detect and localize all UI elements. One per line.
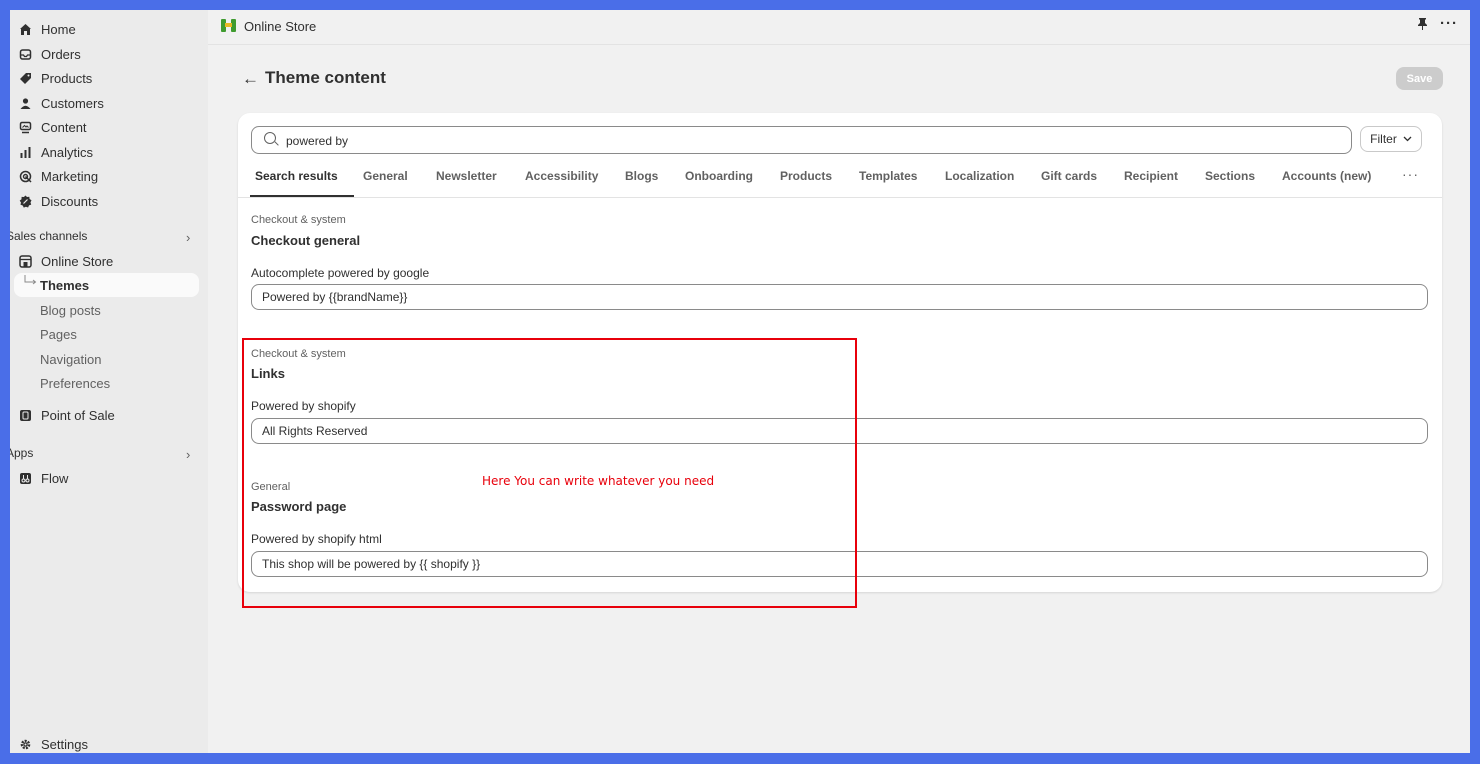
bar-chart-icon xyxy=(18,145,32,159)
top-bar: Online Store ··· xyxy=(208,10,1470,45)
tab-accounts-new[interactable]: Accounts (new) xyxy=(1282,169,1371,183)
sidebar-item-products[interactable]: Products xyxy=(10,66,92,90)
sidebar-item-label: Content xyxy=(41,119,87,135)
sidebar-item-label: Customers xyxy=(41,95,104,111)
sidebar-item-discounts[interactable]: Discounts xyxy=(10,189,98,213)
tabs-bar: Search results General Newsletter Access… xyxy=(238,165,1442,198)
inbox-icon xyxy=(18,47,32,61)
discount-icon xyxy=(18,194,32,208)
tree-connector-icon xyxy=(24,275,37,285)
sidebar-item-settings[interactable]: Settings xyxy=(10,732,88,753)
sidebar-item-label: Marketing xyxy=(41,168,99,184)
tab-search-results[interactable]: Search results xyxy=(255,169,338,183)
search-field[interactable] xyxy=(251,126,1352,154)
sidebar-item-label: Flow xyxy=(41,470,69,486)
apps-label: Apps xyxy=(10,446,34,460)
chevron-right-icon[interactable]: › xyxy=(186,230,190,245)
sidebar-item-label: Orders xyxy=(41,46,81,62)
sidebar-item-analytics[interactable]: Analytics xyxy=(10,140,93,164)
tab-recipient[interactable]: Recipient xyxy=(1124,169,1178,183)
sales-channels-label: Sales channels xyxy=(10,229,88,243)
filter-label: Filter xyxy=(1370,132,1397,146)
sidebar-item-label: Settings xyxy=(41,736,88,752)
sidebar-item-label: Discounts xyxy=(41,193,99,209)
sidebar-item-orders[interactable]: Orders xyxy=(10,42,81,66)
annotation-highlight-box xyxy=(242,338,857,608)
tab-templates[interactable]: Templates xyxy=(859,169,917,183)
chevron-right-icon[interactable]: › xyxy=(186,447,190,462)
sidebar-item-content[interactable]: Content xyxy=(10,115,87,139)
tab-general[interactable]: General xyxy=(363,169,408,183)
sidebar-subitem-pages[interactable]: Pages xyxy=(40,327,77,342)
chevron-down-icon xyxy=(1403,136,1412,142)
field-label: Autocomplete powered by google xyxy=(251,266,430,280)
sidebar-item-marketing[interactable]: Marketing xyxy=(10,164,98,188)
person-icon xyxy=(18,96,32,110)
sidebar-item-customers[interactable]: Customers xyxy=(10,91,104,115)
app-window: Home Orders Products Customers Content A… xyxy=(10,10,1470,753)
sidebar-item-label: Products xyxy=(41,70,93,86)
more-actions-icon[interactable]: ··· xyxy=(1440,15,1458,32)
save-button[interactable]: Save xyxy=(1396,67,1443,90)
tab-gift-cards[interactable]: Gift cards xyxy=(1041,169,1097,183)
sidebar-item-online-store[interactable]: Online Store xyxy=(10,249,113,273)
sidebar-item-label: Point of Sale xyxy=(41,407,115,423)
sidebar-subitem-preferences[interactable]: Preferences xyxy=(40,376,110,391)
active-tab-indicator xyxy=(250,195,354,197)
pin-icon[interactable] xyxy=(1417,17,1428,33)
store-name[interactable]: Online Store xyxy=(244,19,316,34)
more-tabs-icon[interactable]: ··· xyxy=(1402,166,1419,182)
sidebar-item-label: Analytics xyxy=(41,144,94,160)
tab-localization[interactable]: Localization xyxy=(945,169,1014,183)
sidebar-item-point-of-sale[interactable]: Point of Sale xyxy=(10,403,115,427)
tab-newsletter[interactable]: Newsletter xyxy=(436,169,497,183)
search-icon xyxy=(264,132,276,144)
autocomplete-powered-by-google-field[interactable] xyxy=(251,284,1428,310)
sidebar-item-label: Home xyxy=(41,21,76,37)
sidebar-item-label: Online Store xyxy=(41,253,114,269)
target-icon xyxy=(18,169,32,183)
sidebar-subitem-navigation[interactable]: Navigation xyxy=(40,352,101,367)
group-title: Checkout general xyxy=(251,233,361,248)
annotation-text: Here You can write whatever you need xyxy=(482,474,715,488)
flow-icon xyxy=(18,471,32,485)
page-title: Theme content xyxy=(265,68,386,87)
filter-button[interactable]: Filter xyxy=(1360,126,1422,152)
tab-blogs[interactable]: Blogs xyxy=(625,169,658,183)
sidebar-item-flow[interactable]: Flow xyxy=(10,466,68,490)
tab-onboarding[interactable]: Onboarding xyxy=(685,169,753,183)
tab-products[interactable]: Products xyxy=(780,169,832,183)
group-category: Checkout & system xyxy=(251,214,346,226)
back-arrow-icon[interactable]: ← xyxy=(242,69,259,89)
tag-icon xyxy=(18,71,32,85)
pos-icon xyxy=(18,408,32,422)
store-icon xyxy=(18,254,32,268)
sidebar-subitem-themes[interactable]: Themes xyxy=(40,278,89,293)
sidebar: Home Orders Products Customers Content A… xyxy=(10,10,208,753)
store-logo-icon xyxy=(221,19,236,32)
search-input[interactable] xyxy=(284,130,1328,152)
tab-sections[interactable]: Sections xyxy=(1205,169,1255,183)
content-icon xyxy=(18,120,32,134)
gear-icon xyxy=(18,737,32,751)
sidebar-subitem-blog-posts[interactable]: Blog posts xyxy=(40,303,101,318)
tab-accessibility[interactable]: Accessibility xyxy=(525,169,598,183)
home-icon xyxy=(18,22,32,36)
sidebar-item-home[interactable]: Home xyxy=(10,17,76,41)
